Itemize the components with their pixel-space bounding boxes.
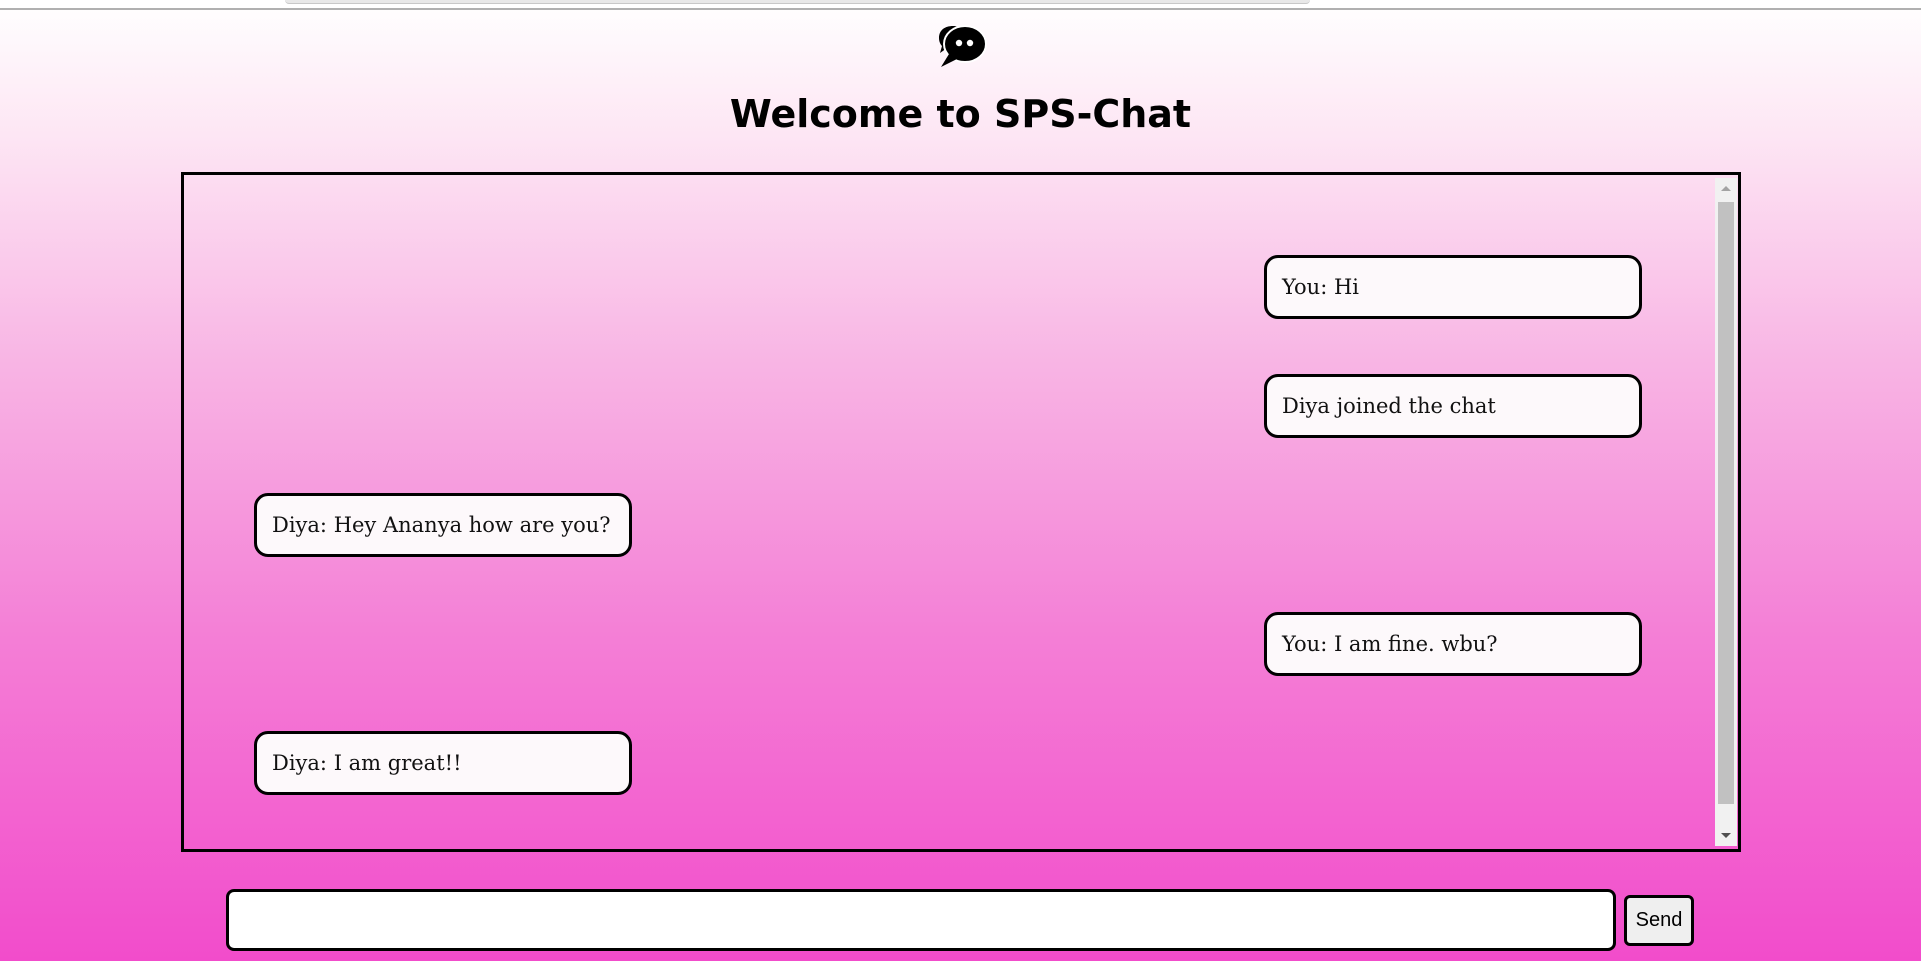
chat-scrollbar[interactable]: [1715, 178, 1737, 846]
browser-address-bar-edge: [285, 0, 1310, 4]
message-input[interactable]: [226, 889, 1616, 951]
message-bubble-received: Diya: Hey Ananya how are you?: [254, 493, 632, 557]
chat-messages-area[interactable]: You: Hi Diya joined the chat Diya: Hey A…: [181, 172, 1741, 852]
scroll-up-arrow-icon[interactable]: [1715, 178, 1737, 200]
chat-bubbles-icon: [935, 24, 987, 70]
message-bubble-received: Diya: I am great!!: [254, 731, 632, 795]
send-button[interactable]: Send: [1624, 895, 1694, 946]
message-bubble-system: Diya joined the chat: [1264, 374, 1642, 438]
scroll-down-arrow-icon[interactable]: [1715, 824, 1737, 846]
page-title: Welcome to SPS-Chat: [729, 92, 1192, 136]
scrollbar-thumb[interactable]: [1718, 202, 1734, 804]
message-bubble-sent: You: Hi: [1264, 255, 1642, 319]
message-bubble-sent: You: I am fine. wbu?: [1264, 612, 1642, 676]
